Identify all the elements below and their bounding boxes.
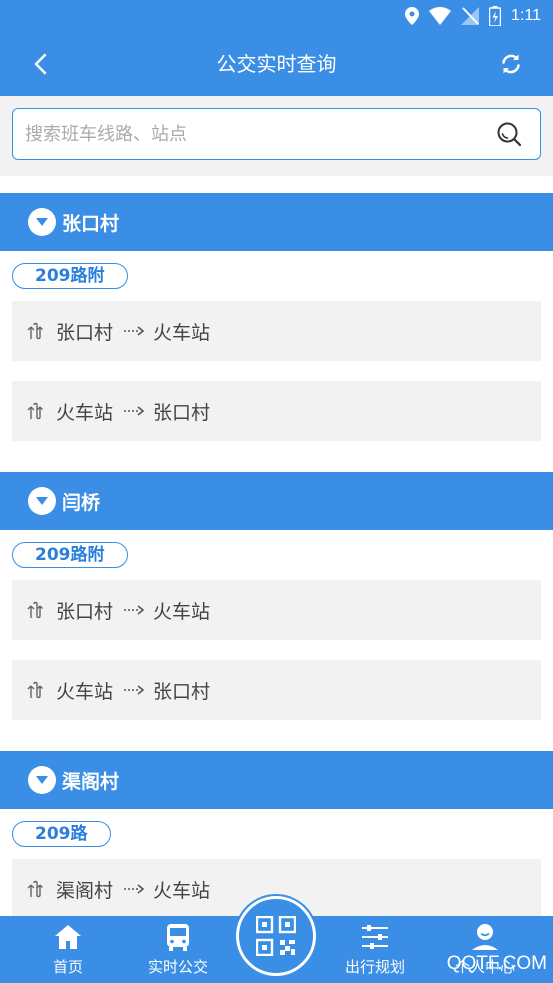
direction-row[interactable]: 火车站 张口村 <box>12 381 541 441</box>
swap-direction-icon <box>27 601 43 619</box>
tab-label: 出行规划 <box>344 958 405 976</box>
direction-row[interactable]: 火车站 张口村 <box>12 660 541 720</box>
route-tag[interactable]: 209路附 <box>12 263 128 289</box>
search-input[interactable] <box>25 109 485 159</box>
dotted-arrow-icon <box>124 685 145 695</box>
tab-home[interactable]: 首页 <box>18 916 118 983</box>
qr-code-button[interactable] <box>236 896 316 976</box>
search-area <box>0 96 553 176</box>
tab-realtime-bus[interactable]: 实时公交 <box>128 916 228 983</box>
search-icon[interactable] <box>496 121 522 147</box>
bus-icon <box>161 920 195 954</box>
direction-from: 火车站 <box>56 401 114 424</box>
stop-name: 张口村 <box>62 212 120 235</box>
swap-direction-icon <box>27 681 43 699</box>
back-icon <box>34 53 47 75</box>
section-gap <box>0 461 553 472</box>
dotted-arrow-icon <box>124 326 145 336</box>
route-tag-row: 209路附 <box>0 530 553 580</box>
status-time: 1:11 <box>511 7 541 24</box>
caret-down-icon <box>28 487 56 515</box>
stop-section: 闫桥 209路附 张口村 火车站 火车站 张口村 <box>0 472 553 720</box>
direction-from: 渠阁村 <box>56 879 114 902</box>
watermark: QQTF.COM <box>446 953 547 974</box>
caret-down-icon <box>28 766 56 794</box>
status-icons: 1:11 <box>405 5 541 27</box>
route-tag-row: 209路附 <box>0 251 553 301</box>
refresh-button[interactable] <box>495 48 527 80</box>
swap-direction-icon <box>27 880 43 898</box>
section-gap <box>0 740 553 751</box>
search-box <box>12 108 541 160</box>
page-title: 公交实时查询 <box>216 52 337 76</box>
location-icon <box>405 7 420 25</box>
home-icon <box>51 920 85 954</box>
route-tag-row: 209路 <box>0 809 553 859</box>
stop-header[interactable]: 闫桥 <box>0 472 553 530</box>
section-gap <box>0 176 553 193</box>
qr-code-icon <box>256 916 296 956</box>
signal-icon <box>461 7 480 25</box>
stop-list: 张口村 209路附 张口村 火车站 火车站 张口村 闫桥 209路附 张口村 火… <box>0 176 553 916</box>
direction-to: 火车站 <box>153 321 211 344</box>
swap-direction-icon <box>27 322 43 340</box>
tab-label: 实时公交 <box>147 958 208 976</box>
dotted-arrow-icon <box>124 884 145 894</box>
direction-row[interactable]: 张口村 火车站 <box>12 580 541 640</box>
back-button[interactable] <box>22 48 58 80</box>
route-tag[interactable]: 209路 <box>12 821 111 847</box>
stop-name: 闫桥 <box>62 491 101 514</box>
dotted-arrow-icon <box>124 605 145 615</box>
direction-to: 火车站 <box>153 879 211 902</box>
swap-direction-icon <box>27 402 43 420</box>
direction-to: 火车站 <box>153 600 211 623</box>
status-bar: 1:11 <box>0 0 553 32</box>
direction-row[interactable]: 张口村 火车站 <box>12 301 541 361</box>
stop-header[interactable]: 渠阁村 <box>0 751 553 809</box>
route-tag[interactable]: 209路附 <box>12 542 128 568</box>
direction-from: 张口村 <box>56 321 114 344</box>
stop-name: 渠阁村 <box>62 770 120 793</box>
direction-to: 张口村 <box>153 680 211 703</box>
wifi-icon <box>429 7 452 25</box>
tab-label: 首页 <box>52 958 83 976</box>
direction-from: 张口村 <box>56 600 114 623</box>
stop-header[interactable]: 张口村 <box>0 193 553 251</box>
app-bar: 公交实时查询 <box>0 32 553 96</box>
tab-trip-planning[interactable]: 出行规划 <box>325 916 425 983</box>
stop-section: 渠阁村 209路 渠阁村 火车站 <box>0 751 553 916</box>
direction-to: 张口村 <box>153 401 211 424</box>
caret-down-icon <box>28 208 56 236</box>
stop-section: 张口村 209路附 张口村 火车站 火车站 张口村 <box>0 193 553 441</box>
dotted-arrow-icon <box>124 406 145 416</box>
sliders-icon <box>358 920 392 954</box>
refresh-icon <box>502 54 520 74</box>
direction-from: 火车站 <box>56 680 114 703</box>
battery-icon <box>489 6 502 26</box>
user-icon <box>468 920 502 954</box>
